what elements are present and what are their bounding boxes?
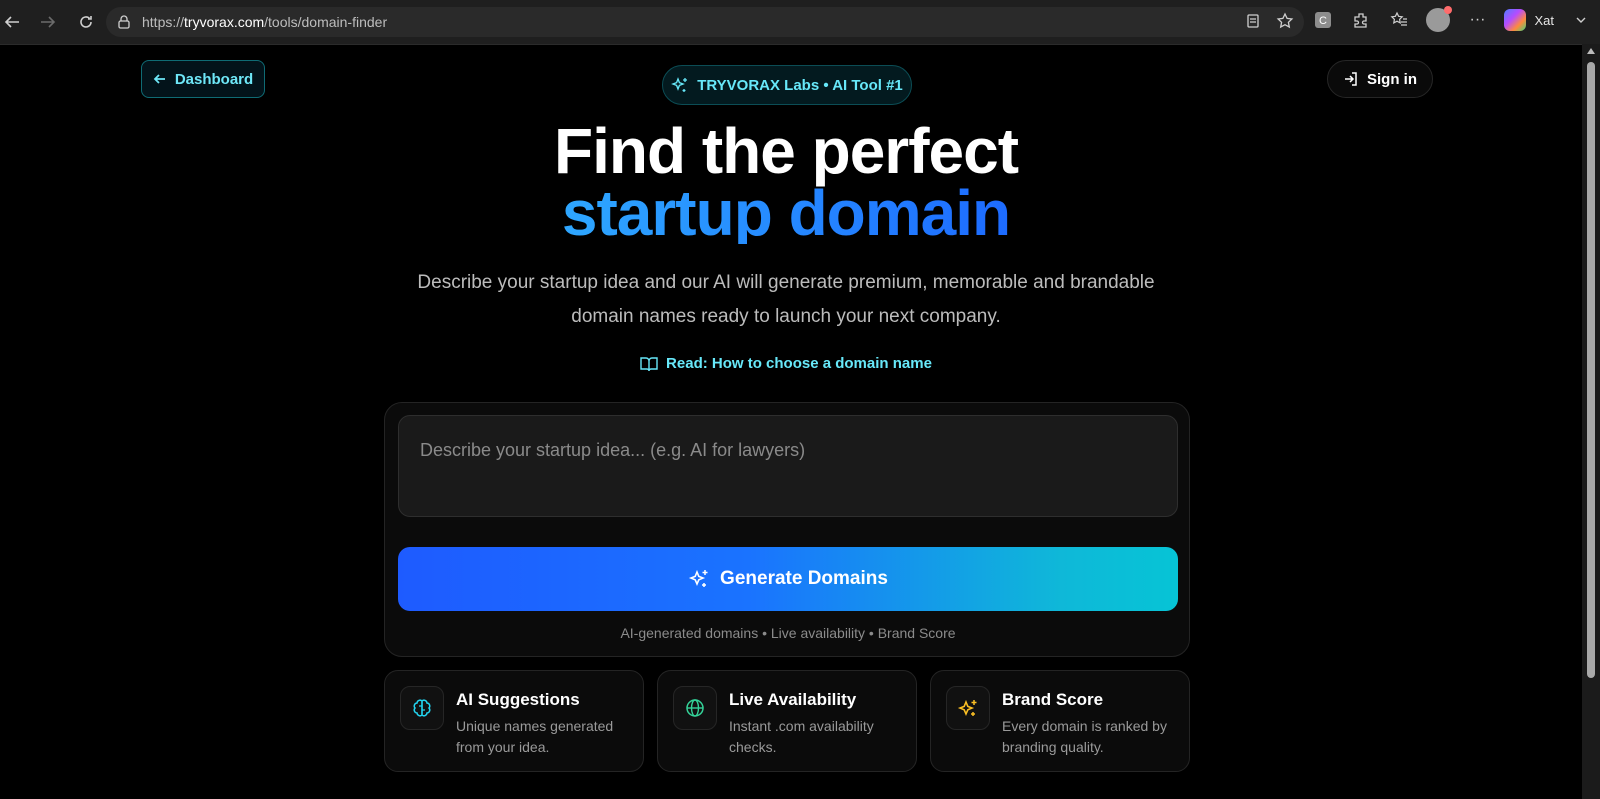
reload-icon[interactable] — [74, 10, 98, 34]
domain-guide-label: Read: How to choose a domain name — [666, 355, 932, 372]
scrollbar-thumb[interactable] — [1587, 62, 1595, 678]
address-bar[interactable]: https://tryvorax.com/tools/domain-finder — [106, 7, 1304, 37]
badge-label: TRYVORAX Labs • AI Tool #1 — [697, 76, 903, 94]
lock-icon — [116, 14, 132, 30]
sign-in-icon — [1345, 72, 1357, 86]
extensions-icon[interactable] — [1350, 9, 1372, 31]
copilot-label: Xat — [1534, 12, 1554, 28]
favorite-star-icon[interactable] — [1276, 12, 1294, 30]
url-scheme: https:// — [142, 14, 185, 30]
feature-description: Unique names generated from your idea. — [456, 718, 614, 755]
sign-in-button[interactable]: Sign in — [1327, 60, 1433, 98]
hero-title: Find the perfect startup domain — [0, 119, 1572, 249]
feature-title: Live Availability — [729, 690, 857, 709]
labs-badge: TRYVORAX Labs • AI Tool #1 — [662, 65, 912, 105]
feature-card-ai-suggestions: AI Suggestions Unique names generated fr… — [384, 670, 644, 772]
url-text: https://tryvorax.com/tools/domain-finder — [142, 14, 387, 30]
feature-description: Every domain is ranked by branding quali… — [1002, 718, 1167, 755]
hero-title-line2: startup domain — [561, 177, 1011, 249]
page-scrollbar[interactable] — [1582, 44, 1600, 799]
url-host: tryvorax.com — [184, 14, 265, 30]
form-footnote: AI-generated domains • Live availability… — [620, 625, 956, 641]
copilot-icon — [1504, 9, 1527, 31]
generate-domains-label: Generate Domains — [720, 568, 888, 589]
forward-icon[interactable] — [36, 10, 60, 34]
sparkles-icon — [688, 569, 708, 587]
reader-mode-icon[interactable] — [1244, 12, 1262, 30]
feature-title: Brand Score — [1002, 690, 1104, 709]
sign-in-label: Sign in — [1367, 70, 1417, 88]
hero-subtitle: Describe your startup idea and our AI wi… — [417, 272, 1155, 327]
startup-idea-input[interactable] — [398, 415, 1178, 517]
back-icon[interactable] — [0, 10, 24, 34]
dashboard-button[interactable]: Dashboard — [141, 60, 265, 98]
globe-icon — [673, 686, 717, 730]
dashboard-label: Dashboard — [174, 70, 254, 88]
scroll-up-icon[interactable] — [1587, 48, 1595, 54]
domain-guide-link[interactable]: Read: How to choose a domain name — [0, 355, 1572, 372]
sparkles-icon — [946, 686, 990, 730]
feature-card-brand-score: Brand Score Every domain is ranked by br… — [930, 670, 1190, 772]
generate-domains-button[interactable]: Generate Domains — [398, 547, 1178, 611]
more-menu-icon[interactable]: ··· — [1466, 9, 1488, 31]
domain-finder-card: Generate Domains AI-generated domains • … — [384, 402, 1190, 657]
feature-title: AI Suggestions — [456, 690, 580, 709]
chevron-down-icon[interactable] — [1570, 9, 1592, 31]
feature-description: Instant .com availability checks. — [729, 718, 874, 755]
sparkles-icon — [671, 77, 688, 92]
svg-text:C: C — [1320, 15, 1328, 27]
arrow-left-icon — [153, 74, 165, 84]
notification-dot — [1444, 6, 1453, 14]
browser-toolbar: https://tryvorax.com/tools/domain-finder… — [0, 0, 1600, 45]
extension-c-icon[interactable]: C — [1312, 9, 1334, 31]
favorites-icon[interactable] — [1388, 9, 1410, 31]
book-open-icon — [640, 356, 658, 371]
copilot-button[interactable]: Xat — [1504, 9, 1554, 31]
brain-icon — [400, 686, 444, 730]
profile-avatar[interactable] — [1426, 6, 1453, 32]
feature-card-live-availability: Live Availability Instant .com availabil… — [657, 670, 917, 772]
url-path: /tools/domain-finder — [264, 14, 388, 30]
